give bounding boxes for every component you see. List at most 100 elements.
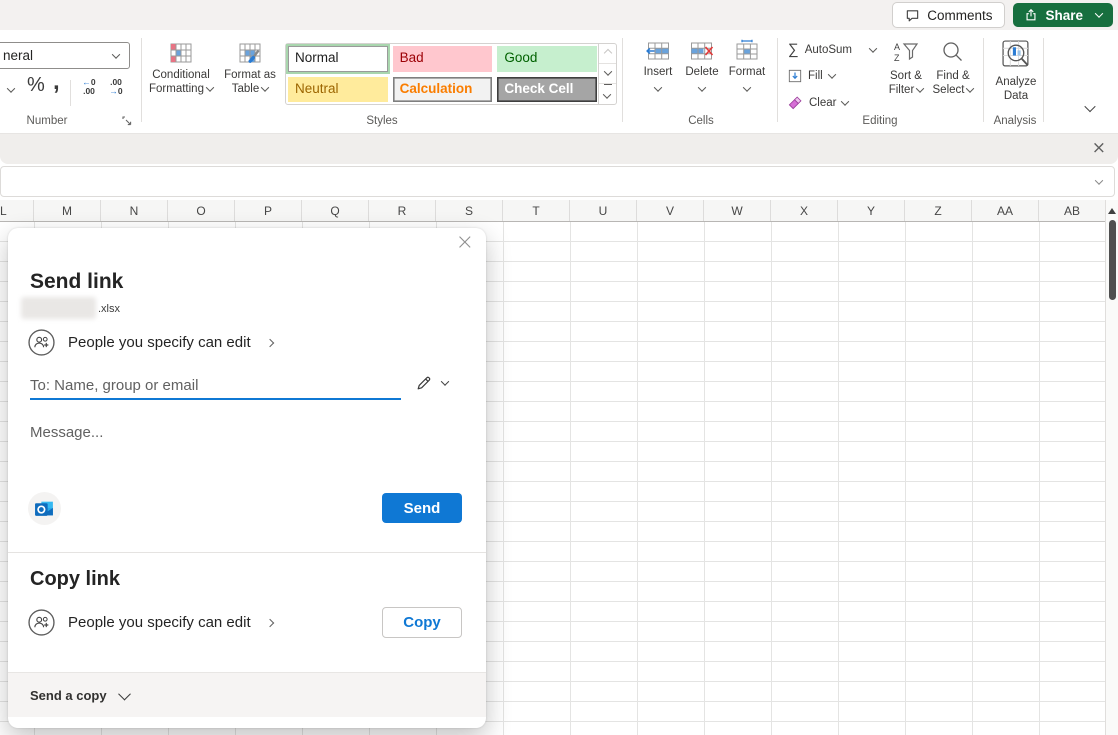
delete-cells-button[interactable]: Delete <box>680 42 724 97</box>
column-header-Z[interactable]: Z <box>905 200 972 221</box>
message-input[interactable] <box>30 420 460 444</box>
dialog-close-icon[interactable]: × <box>456 230 474 255</box>
percent-style-button[interactable]: % <box>27 74 45 97</box>
style-calculation[interactable]: Calculation <box>393 77 493 103</box>
clear-eraser-icon <box>788 95 803 110</box>
share-dropdown-chevron-icon[interactable] <box>1095 9 1103 17</box>
column-header-L[interactable]: L <box>0 200 34 221</box>
clear-button[interactable]: Clear <box>788 95 848 110</box>
send-link-dialog: × Send link .xlsx People you specify can… <box>8 228 486 728</box>
column-header-S[interactable]: S <box>436 200 503 221</box>
editing-group-label: Editing <box>840 115 920 127</box>
sort-filter-chevron-icon <box>916 84 924 92</box>
number-format-value: neral <box>3 48 33 63</box>
group-divider <box>1043 38 1044 122</box>
send-a-copy-button[interactable]: Send a copy <box>8 672 486 717</box>
find-select-chevron-icon <box>966 84 974 92</box>
column-header-T[interactable]: T <box>503 200 570 221</box>
cell-styles-gallery: NormalBadGood NeutralCalculationCheck Cel… <box>285 43 617 105</box>
column-header-U[interactable]: U <box>570 200 637 221</box>
formula-bar[interactable] <box>0 166 1115 197</box>
styles-scroll-up-button[interactable] <box>599 44 616 63</box>
share-button[interactable]: Share <box>1013 3 1113 27</box>
analyze-data-label-1: Analyze <box>987 75 1045 89</box>
insert-cells-button[interactable]: Insert <box>636 42 680 97</box>
column-header-V[interactable]: V <box>637 200 704 221</box>
column-header-N[interactable]: N <box>101 200 168 221</box>
copy-button[interactable]: Copy <box>382 607 462 638</box>
autosum-chevron-icon <box>869 44 877 52</box>
conditional-formatting-button[interactable]: Conditional Formatting <box>148 43 214 96</box>
column-header-M[interactable]: M <box>34 200 101 221</box>
column-header-Q[interactable]: Q <box>302 200 369 221</box>
decrease-decimal-button[interactable]: .00→0 <box>103 78 129 96</box>
fill-button[interactable]: Fill <box>788 69 835 83</box>
format-as-table-button[interactable]: Format as Table <box>219 43 281 96</box>
find-select-label-2: Select <box>933 84 965 96</box>
formula-bar-expand-chevron-icon[interactable] <box>1095 176 1103 184</box>
column-header-R[interactable]: R <box>369 200 436 221</box>
cells-group-label: Cells <box>661 115 741 127</box>
permission-chevron-icon <box>265 338 273 346</box>
vertical-scrollbar[interactable] <box>1105 200 1118 735</box>
ribbon-collapse-chevron-icon[interactable] <box>1084 101 1095 112</box>
style-normal[interactable]: Normal <box>288 46 388 72</box>
comments-icon <box>905 8 920 23</box>
scroll-up-arrow-icon[interactable] <box>1108 208 1116 214</box>
svg-text:Z: Z <box>894 53 900 63</box>
format-chevron-icon <box>743 83 751 91</box>
column-header-O[interactable]: O <box>168 200 235 221</box>
send-button[interactable]: Send <box>382 493 462 523</box>
accounting-format-chevron-icon[interactable] <box>7 84 15 92</box>
column-header-X[interactable]: X <box>771 200 838 221</box>
column-headers: LMNOPQRSTUVWXYZAAAB <box>0 200 1106 222</box>
style-good[interactable]: Good <box>497 46 597 72</box>
outlook-button[interactable] <box>28 492 61 525</box>
delete-label: Delete <box>680 65 724 79</box>
styles-gallery-scroll <box>598 44 616 104</box>
column-header-AA[interactable]: AA <box>972 200 1039 221</box>
delete-cells-icon <box>690 47 714 64</box>
style-neutral[interactable]: Neutral <box>288 77 388 103</box>
analyze-data-icon <box>1001 57 1032 74</box>
column-header-W[interactable]: W <box>704 200 771 221</box>
style-check-cell[interactable]: Check Cell <box>497 77 597 103</box>
comments-button[interactable]: Comments <box>892 2 1005 28</box>
cell-styles-grid: NormalBadGood NeutralCalculationCheck Cel… <box>288 46 597 102</box>
format-as-table-icon <box>239 50 261 67</box>
link-permission-button[interactable]: People you specify can edit <box>28 329 273 356</box>
find-select-button[interactable]: Find & Select <box>929 40 977 97</box>
copy-permission-chevron-icon <box>265 618 273 626</box>
format-cells-button[interactable]: Format <box>725 39 769 97</box>
copy-link-permission-button[interactable]: People you specify can edit <box>28 609 273 636</box>
increase-decimal-button[interactable]: ←0.00 <box>76 78 102 96</box>
people-icon <box>28 329 55 356</box>
styles-more-button[interactable] <box>599 83 616 105</box>
styles-scroll-down-button[interactable] <box>599 63 616 83</box>
find-select-icon <box>940 51 966 68</box>
fill-label: Fill <box>808 70 823 82</box>
message-bar-close-icon[interactable]: × <box>1092 138 1106 158</box>
style-bad[interactable]: Bad <box>393 46 493 72</box>
copy-link-title: Copy link <box>30 568 120 591</box>
recipient-permission-button[interactable] <box>415 374 448 392</box>
autosum-button[interactable]: ∑ AutoSum <box>788 43 876 57</box>
column-header-P[interactable]: P <box>235 200 302 221</box>
number-dialog-launcher-icon[interactable] <box>122 113 132 131</box>
comma-style-button[interactable]: , <box>53 68 60 96</box>
scrollbar-thumb[interactable] <box>1109 220 1116 300</box>
file-name-redacted <box>21 297 96 319</box>
send-link-title: Send link <box>30 270 123 294</box>
sort-filter-button[interactable]: A Z Sort & Filter <box>883 40 929 97</box>
column-header-Y[interactable]: Y <box>838 200 905 221</box>
number-format-dropdown[interactable]: neral <box>0 42 130 69</box>
people-icon <box>28 609 55 636</box>
analyze-data-button[interactable]: Analyze Data <box>987 39 1045 103</box>
conditional-formatting-icon <box>170 50 192 67</box>
analyze-data-label-2: Data <box>987 89 1045 103</box>
column-header-AB[interactable]: AB <box>1039 200 1106 221</box>
to-recipient-input[interactable] <box>30 372 402 398</box>
group-divider <box>622 38 623 122</box>
sigma-icon: ∑ <box>788 43 799 57</box>
delete-chevron-icon <box>698 83 706 91</box>
